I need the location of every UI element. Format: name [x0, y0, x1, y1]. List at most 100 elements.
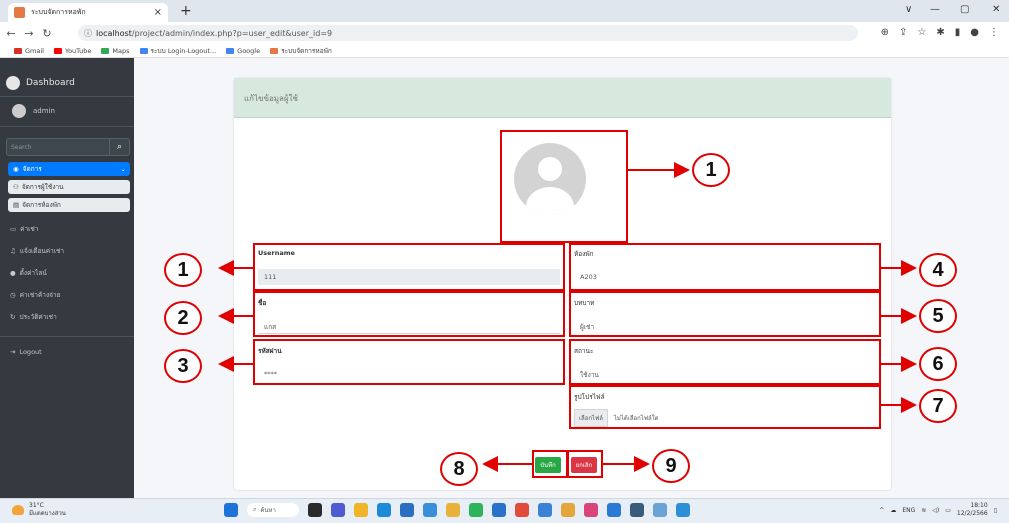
favicon-icon	[14, 7, 25, 18]
reload-icon[interactable]: ↻	[40, 27, 54, 40]
sidebar-item-rent[interactable]: ▭ ค่าเช่า	[10, 224, 38, 234]
info-icon: ⓘ	[84, 28, 92, 38]
app-icon[interactable]	[561, 503, 575, 517]
bookmark-youtube[interactable]: YouTube	[53, 47, 91, 55]
annotation-number: 5	[919, 299, 957, 333]
brand-link[interactable]: Dashboard	[6, 76, 75, 90]
task-view-icon[interactable]	[308, 503, 322, 517]
sidebar-item-label: ค่าเช่า	[20, 225, 39, 233]
bookmark-maps[interactable]: Maps	[101, 47, 130, 55]
annotation-box-cancel	[567, 450, 603, 478]
sidepanel-icon[interactable]: ▮	[955, 27, 961, 38]
user-name: admin	[33, 107, 55, 115]
browser-actions: ⊕ ⇪ ☆ ✱ ▮ ● ⋮	[881, 27, 999, 38]
notification-icon[interactable]: ▯	[994, 507, 997, 514]
weather-temp: 31°C	[29, 502, 44, 509]
sidebar-item-logout[interactable]: ⇥ Logout	[10, 348, 42, 356]
maps-icon	[101, 47, 110, 54]
taskbar-apps: ⌕ ค้นหา	[224, 503, 690, 517]
settings-icon[interactable]	[538, 503, 552, 517]
close-window-icon[interactable]: ✕	[992, 4, 1000, 15]
new-tab-button[interactable]: +	[180, 3, 192, 19]
forward-icon[interactable]: →	[22, 27, 36, 40]
sidebar-item-overdue[interactable]: ◷ ค่าเช่าค้างจ่าย	[10, 290, 60, 300]
bookmark-google[interactable]: Google	[226, 47, 260, 55]
divider	[0, 336, 134, 337]
annotation-number: 1	[164, 253, 202, 287]
system-tray: ^ ☁ ENG ≋ ◁) ▭ 18:10 12/2/2566 ▯	[879, 502, 997, 518]
bookmark-gmail[interactable]: Gmail	[14, 47, 44, 55]
minimize-icon[interactable]: —	[930, 4, 940, 15]
app-icon[interactable]	[469, 503, 483, 517]
clock[interactable]: 18:10 12/2/2566	[957, 502, 988, 518]
url-path: /project/admin/index.php?p=user_edit&use…	[131, 28, 333, 38]
edge-icon[interactable]	[377, 503, 391, 517]
battery-icon[interactable]: ▭	[945, 507, 951, 514]
kebab-menu-icon[interactable]: ⋮	[989, 27, 999, 38]
star-icon[interactable]: ☆	[917, 27, 926, 38]
dorm-site-icon	[270, 47, 279, 54]
vscode-icon[interactable]	[607, 503, 621, 517]
sidebar-item-label: ประวัติค่าเช่า	[19, 313, 57, 321]
volume-icon[interactable]: ◁)	[932, 507, 939, 514]
store-icon[interactable]	[400, 503, 414, 517]
wifi-icon[interactable]: ≋	[921, 507, 926, 514]
bookmark-login[interactable]: ระบบ Login-Logout...	[139, 46, 216, 56]
annotation-box-status	[569, 339, 881, 385]
sidebar-item-label: แจ้งเตือนค่าเช่า	[19, 247, 65, 255]
zoom-icon[interactable]: ⊕	[881, 27, 889, 38]
browser-tab-bar: ระบบจัดการหอพัก × + ∨ — ▢ ✕	[0, 0, 1009, 22]
back-icon[interactable]: ←	[4, 27, 18, 40]
chrome-icon[interactable]	[446, 503, 460, 517]
weather-desc: มีแดดบางส่วน	[29, 510, 66, 517]
browser-tab[interactable]: ระบบจัดการหอพัก ×	[8, 3, 168, 22]
sidebar-search-input[interactable]: Search	[6, 138, 110, 156]
annotation-box-photo-upload	[569, 385, 881, 429]
url-field[interactable]: ⓘ localhost/project/admin/index.php?p=us…	[78, 25, 858, 41]
app-icon[interactable]	[653, 503, 667, 517]
divider	[0, 126, 134, 127]
sidebar-item-label: Logout	[19, 348, 42, 356]
app-icon[interactable]	[492, 503, 506, 517]
sidebar-item-rent-notify[interactable]: ♫ แจ้งเตือนค่าเช่า	[10, 246, 64, 256]
weather-widget[interactable]: 31°C มีแดดบางส่วน	[12, 502, 66, 518]
tray-chevron-icon[interactable]: ^	[879, 507, 884, 514]
close-tab-icon[interactable]: ×	[154, 7, 162, 18]
tab-search-icon[interactable]: ∨	[905, 4, 912, 15]
start-icon[interactable]	[224, 503, 238, 517]
chevron-down-icon: ⌄	[120, 165, 126, 173]
annotation-number: 1	[692, 153, 730, 187]
brand-text: Dashboard	[26, 78, 75, 88]
extensions-icon[interactable]: ✱	[936, 27, 944, 38]
login-site-icon	[139, 47, 148, 54]
avatar	[12, 104, 26, 118]
annotation-number: 3	[164, 349, 202, 383]
annotation-number: 2	[164, 301, 202, 335]
sidebar-item-label: จัดการ	[22, 165, 42, 173]
profile-icon[interactable]: ●	[970, 27, 979, 38]
app-icon[interactable]	[676, 503, 690, 517]
maximize-icon[interactable]: ▢	[960, 4, 969, 15]
search-icon[interactable]: ⌕	[110, 138, 130, 156]
page-title: แก้ไขข้อมูลผู้ใช้	[244, 94, 298, 103]
app-icon[interactable]	[584, 503, 598, 517]
sidebar-item-manage[interactable]: ◉ จัดการ ⌄	[8, 162, 130, 176]
language-indicator[interactable]: ENG	[902, 507, 915, 514]
brand-logo-icon	[6, 76, 20, 90]
app-icon[interactable]	[515, 503, 529, 517]
sidebar-item-line[interactable]: ● ตั้งค่าไลน์	[10, 268, 47, 278]
taskbar-search-label: ค้นหา	[260, 507, 276, 514]
onedrive-icon[interactable]: ☁	[890, 507, 896, 514]
user-panel[interactable]: admin	[12, 104, 55, 118]
share-icon[interactable]: ⇪	[899, 27, 907, 38]
line-icon: ●	[10, 269, 16, 277]
file-explorer-icon[interactable]	[354, 503, 368, 517]
app-icon[interactable]	[630, 503, 644, 517]
photos-icon[interactable]	[423, 503, 437, 517]
sidebar-item-manage-rooms[interactable]: ▤ จัดการห้องพัก	[8, 198, 130, 212]
taskbar-search[interactable]: ⌕ ค้นหา	[247, 503, 299, 517]
sidebar-item-history[interactable]: ↻ ประวัติค่าเช่า	[10, 312, 57, 322]
bookmark-dorm[interactable]: ระบบจัดการหอพัก	[270, 46, 332, 56]
sidebar-item-manage-users[interactable]: ⚇ จัดการผู้ใช้งาน	[8, 180, 130, 194]
chat-icon[interactable]	[331, 503, 345, 517]
